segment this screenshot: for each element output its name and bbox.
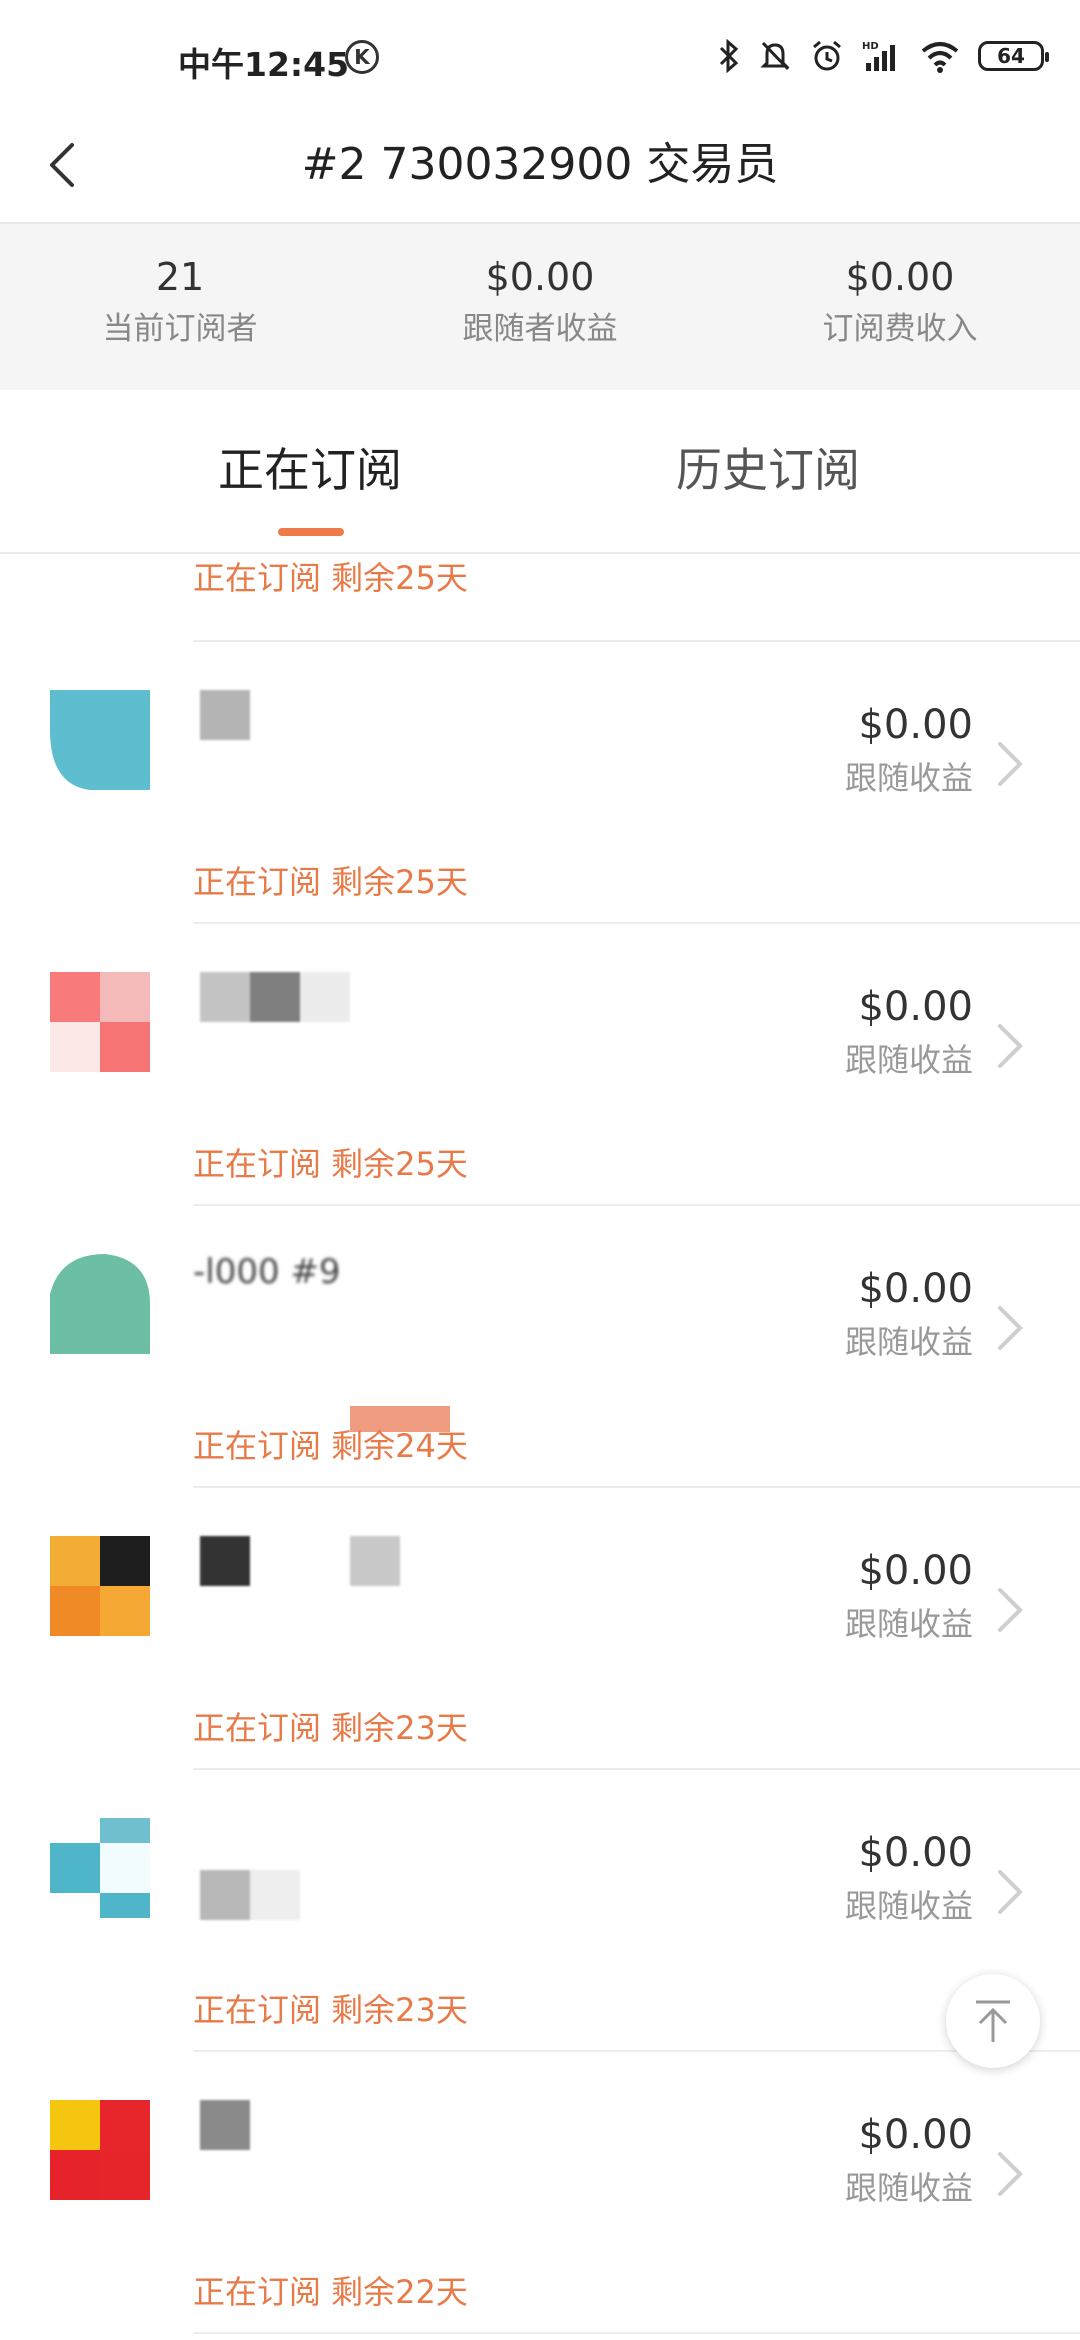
tab-bar: 正在订阅 历史订阅 — [0, 390, 1080, 554]
earnings-label: 跟随收益 — [844, 1041, 973, 1079]
subscriber-name: -l000 #9 — [193, 1252, 341, 1292]
signal-icon: HD — [862, 41, 895, 71]
subscriber-name-redacted — [200, 2100, 250, 2152]
status-time: 中午12:45 — [178, 45, 350, 84]
stats-panel: 21 当前订阅者 $0.00 跟随者收益 $0.00 订阅费收入 — [0, 224, 1080, 390]
stat-value: 21 — [155, 255, 205, 299]
avatar-image — [50, 1254, 150, 1354]
earnings-amount: $0.00 — [858, 2112, 973, 2158]
tab-indicator — [278, 528, 344, 536]
chevron-right-icon — [998, 1024, 1023, 1068]
chevron-right-icon — [998, 1870, 1023, 1914]
earnings-label: 跟随收益 — [844, 1605, 973, 1643]
stat-subscription-income: $0.00 订阅费收入 — [720, 224, 1080, 390]
subscription-status: 正在订阅 剩余25天 — [193, 559, 468, 597]
list-item[interactable]: $0.00 跟随收益 正在订阅 剩余23天 — [0, 1770, 1080, 2052]
alarm-icon — [813, 40, 841, 71]
scroll-to-top-button[interactable] — [946, 1974, 1040, 2068]
status-bar: 中午12:45 K HD 64 — [0, 0, 1080, 110]
svg-text:HD: HD — [862, 41, 879, 52]
earnings-label: 跟随收益 — [844, 2169, 973, 2207]
tab-history-subscriptions[interactable]: 历史订阅 — [676, 440, 860, 500]
chevron-right-icon — [998, 1306, 1023, 1350]
avatar — [50, 1536, 150, 1636]
avatar — [50, 2100, 150, 2200]
k-badge-icon: K — [345, 40, 379, 74]
earnings-amount: $0.00 — [858, 1830, 973, 1876]
tab-current-subscriptions[interactable]: 正在订阅 — [218, 440, 402, 500]
arrow-up-icon — [976, 2000, 1010, 2042]
chevron-right-icon — [998, 2152, 1023, 2196]
chevron-right-icon — [998, 1588, 1023, 1632]
earnings-label: 跟随收益 — [844, 1323, 973, 1361]
list-item[interactable]: $0.00 跟随收益 正在订阅 剩余23天 — [0, 1488, 1080, 1770]
subscription-status: 正在订阅 剩余23天 — [193, 1709, 468, 1747]
subscription-status: 正在订阅 剩余22天 — [193, 2273, 468, 2311]
earnings-amount: $0.00 — [858, 1266, 973, 1312]
list-item[interactable]: $0.00 跟随收益 正在订阅 剩余25天 — [0, 642, 1080, 924]
stat-current-subscribers: 21 当前订阅者 — [0, 224, 360, 390]
mute-icon — [760, 41, 790, 71]
list-item[interactable]: $0.00 跟随收益 正在订阅 剩余22天 — [0, 2052, 1080, 2334]
earnings-amount: $0.00 — [858, 702, 973, 748]
stat-follower-earnings: $0.00 跟随者收益 — [360, 224, 720, 390]
list-item[interactable]: $0.00 跟随收益 正在订阅 剩余25天 — [0, 924, 1080, 1206]
chevron-right-icon — [998, 742, 1023, 786]
stat-label: 当前订阅者 — [102, 311, 258, 347]
avatar-image — [50, 690, 150, 790]
subscriber-name-redacted — [200, 690, 250, 742]
earnings-amount: $0.00 — [858, 984, 973, 1030]
list-item[interactable]: 正在订阅 剩余25天 — [193, 556, 1080, 642]
subscription-status: 正在订阅 剩余23天 — [193, 1991, 468, 2029]
subscriber-name-redacted — [200, 1870, 300, 1922]
avatar — [50, 1818, 150, 1918]
stat-label: 订阅费收入 — [822, 311, 978, 347]
nav-bar: #2 730032900 交易员 — [0, 110, 1080, 224]
earnings-label: 跟随收益 — [844, 759, 973, 797]
stat-label: 跟随者收益 — [462, 311, 618, 347]
avatar — [50, 1254, 150, 1354]
subscriber-list: 正在订阅 剩余25天 $0.00 跟随收益 正在订阅 剩余25天 $0.00 跟… — [0, 556, 1080, 2340]
wifi-icon — [921, 42, 959, 73]
subscription-status: 正在订阅 剩余25天 — [193, 1145, 468, 1183]
battery-icon: 64 — [978, 41, 1049, 71]
subscription-status: 正在订阅 剩余25天 — [193, 863, 468, 901]
earnings-label: 跟随收益 — [844, 1887, 973, 1925]
avatar — [50, 690, 150, 790]
subscriber-name-redacted — [200, 972, 350, 1024]
earnings-amount: $0.00 — [858, 1548, 973, 1594]
stat-value: $0.00 — [485, 255, 595, 299]
stat-value: $0.00 — [845, 255, 955, 299]
subscriber-name-redacted — [200, 1536, 400, 1588]
subscription-status: 正在订阅 剩余24天 — [193, 1427, 468, 1465]
status-icons: HD 64 — [718, 36, 1049, 76]
page-title: #2 730032900 交易员 — [301, 139, 779, 190]
bluetooth-icon — [719, 39, 739, 73]
avatar — [50, 972, 150, 1072]
list-item[interactable]: -l000 #9 $0.00 跟随收益 正在订阅 剩余24天 — [0, 1206, 1080, 1488]
